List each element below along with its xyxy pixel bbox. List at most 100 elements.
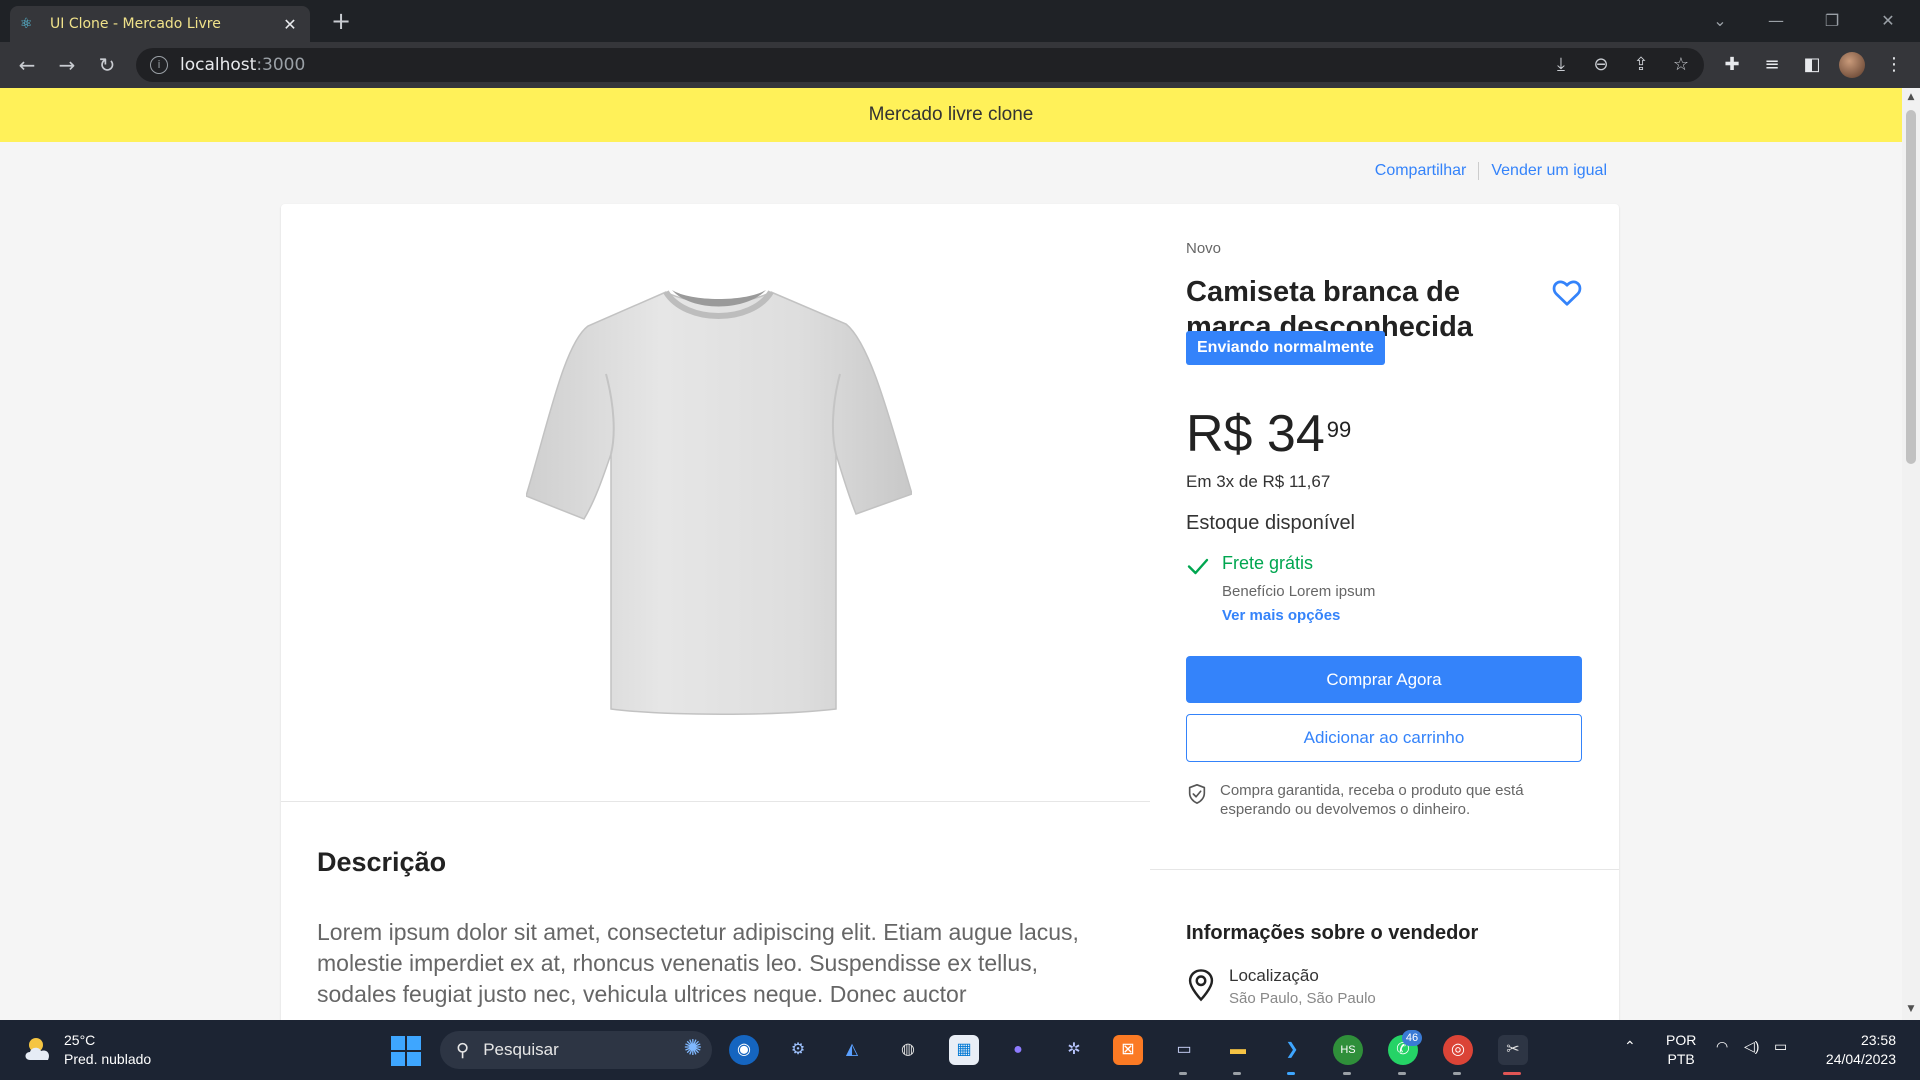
buy-now-button[interactable]: Comprar Agora (1186, 656, 1582, 703)
check-icon (1187, 558, 1209, 575)
store-icon[interactable]: ▦ (949, 1035, 979, 1065)
media-queue-icon[interactable]: ≡ (1757, 50, 1787, 80)
location-value: São Paulo, São Paulo (1229, 990, 1376, 1007)
forward-icon[interactable]: → (52, 50, 82, 80)
volume-icon[interactable]: ◁) (1744, 1038, 1759, 1055)
installments: Em 3x de R$ 11,67 (1186, 472, 1331, 491)
running-indicator (1179, 1072, 1187, 1075)
tab-title: UI Clone - Mercado Livre (50, 16, 221, 32)
new-tab-button[interactable]: + (326, 6, 356, 36)
location-pin-icon (1188, 969, 1214, 1002)
clock-time: 23:58 (1860, 1032, 1896, 1048)
zoom-icon[interactable]: ⊖ (1586, 50, 1616, 80)
extensions-puzzle-icon[interactable]: ✚ (1717, 50, 1747, 80)
shield-check-icon (1188, 784, 1206, 804)
scrollbar-thumb[interactable] (1906, 110, 1916, 464)
favorite-heart-icon[interactable] (1552, 279, 1582, 307)
more-options-link[interactable]: Ver mais opções (1222, 607, 1340, 624)
react-favicon-icon: ⚛ (20, 16, 33, 32)
tshirt-image (526, 290, 912, 715)
bookmark-star-icon[interactable]: ☆ (1666, 50, 1696, 80)
shipping-benefit: Benefício Lorem ipsum (1222, 583, 1376, 600)
tab-search-icon[interactable]: ⌄ (1692, 0, 1748, 42)
reload-icon[interactable]: ↻ (92, 50, 122, 80)
add-to-cart-button[interactable]: Adicionar ao carrinho (1186, 714, 1582, 762)
profile-avatar[interactable] (1839, 52, 1865, 78)
scroll-down-icon[interactable]: ▼ (1902, 1004, 1920, 1014)
description-title: Descrição (317, 847, 447, 877)
settings-gear-icon[interactable]: ✲ (1059, 1035, 1089, 1065)
free-shipping-title: Frete grátis (1222, 553, 1314, 573)
back-icon[interactable]: ← (12, 50, 42, 80)
sell-similar-link[interactable]: Vender um igual (1478, 162, 1619, 180)
location-label: Localização (1229, 966, 1319, 985)
file-explorer-icon[interactable]: ▬ (1223, 1035, 1253, 1065)
clock[interactable]: 23:58 24/04/2023 (1812, 1031, 1896, 1069)
browser-tab[interactable]: ⚛ UI Clone - Mercado Livre ✕ (10, 6, 310, 42)
app-icon-hs[interactable]: HS (1333, 1035, 1363, 1065)
site-banner: Mercado livre clone (0, 88, 1902, 142)
app-icon-1[interactable]: ◉ (729, 1035, 759, 1065)
site-info-icon[interactable]: i (150, 56, 168, 74)
whatsapp-badge: 46 (1402, 1030, 1422, 1046)
address-port: :3000 (256, 55, 306, 75)
clock-date: 24/04/2023 (1825, 1051, 1896, 1067)
language-top: POR (1666, 1032, 1697, 1048)
tab-close-icon[interactable]: ✕ (280, 15, 300, 34)
install-app-icon[interactable]: ⤓ (1546, 50, 1576, 80)
running-indicator (1398, 1072, 1406, 1075)
seller-info-title: Informações sobre o vendedor (1186, 922, 1479, 944)
search-highlight-icon: ✺ (683, 1035, 702, 1060)
price-cents: 99 (1326, 417, 1352, 442)
minimize-button[interactable]: — (1748, 0, 1804, 42)
page-viewport: Mercado livre clone Compartilhar Vender … (0, 88, 1902, 1020)
search-icon: ⚲ (456, 1039, 470, 1060)
description-text: Lorem ipsum dolor sit amet, consectetur … (317, 919, 1079, 1007)
running-indicator (1287, 1072, 1295, 1075)
snipping-tool-icon[interactable]: ✂ (1498, 1035, 1528, 1065)
scroll-up-icon[interactable]: ▲ (1902, 92, 1920, 102)
close-window-button[interactable]: ✕ (1860, 0, 1916, 42)
vscode-icon[interactable]: ❯ (1277, 1035, 1307, 1065)
app-icon-3[interactable]: ◭ (837, 1035, 867, 1065)
share-icon[interactable]: ⇪ (1626, 50, 1656, 80)
weather-cloudy-icon[interactable] (22, 1034, 56, 1064)
side-panel-icon[interactable]: ◧ (1797, 50, 1827, 80)
running-indicator (1343, 1072, 1351, 1075)
running-indicator (1453, 1072, 1461, 1075)
steam-icon[interactable]: ⚙ (783, 1035, 813, 1065)
price: R$ 3499 (1186, 408, 1351, 460)
language-indicator[interactable]: POR PTB (1666, 1031, 1696, 1069)
battery-icon[interactable]: ▭ (1774, 1038, 1787, 1055)
page-scrollbar[interactable]: ▲ ▼ (1902, 88, 1920, 1020)
share-link[interactable]: Compartilhar (1363, 162, 1479, 180)
restore-button[interactable]: ❐ (1804, 0, 1860, 42)
top-links: Compartilhar Vender um igual (1363, 162, 1619, 180)
language-bottom: PTB (1667, 1051, 1695, 1067)
xampp-icon[interactable]: ⊠ (1113, 1035, 1143, 1065)
purchase-guarantee-text: Compra garantida, receba o produto que e… (1220, 782, 1524, 818)
monitor-app-icon[interactable]: ▭ (1169, 1035, 1199, 1065)
weather-description[interactable]: Pred. nublado (64, 1051, 151, 1067)
taskbar-search[interactable]: ⚲ Pesquisar ✺ (440, 1031, 712, 1069)
browser-toolbar: ← → ↻ i localhost:3000 ⤓ ⊖ ⇪ ☆ ✚ ≡ ◧ ⋮ (0, 42, 1920, 88)
divider (1150, 869, 1619, 870)
browser-tab-bar: ⚛ UI Clone - Mercado Livre ✕ + ⌄ — ❐ ✕ (0, 0, 1920, 42)
active-indicator (1503, 1072, 1521, 1075)
wifi-icon[interactable]: ◠ (1716, 1038, 1728, 1055)
product-card: Descrição Lorem ipsum dolor sit amet, co… (281, 204, 1619, 1020)
address-bar[interactable]: i localhost:3000 (136, 48, 1704, 82)
running-indicator (1233, 1072, 1241, 1075)
app-icon-6[interactable]: ● (1003, 1035, 1033, 1065)
condition-label: Novo (1186, 240, 1222, 257)
tray-chevron-up-icon[interactable]: ⌃ (1624, 1038, 1636, 1055)
windows-taskbar: 25°C Pred. nublado ⚲ Pesquisar ✺ ◉ ⚙ ◭ ◍… (0, 1020, 1920, 1080)
chrome-icon[interactable]: ◎ (1443, 1035, 1473, 1065)
obs-icon[interactable]: ◍ (893, 1035, 923, 1065)
weather-temperature[interactable]: 25°C (64, 1032, 95, 1048)
stock-status: Estoque disponível (1186, 512, 1356, 534)
shipping-status-badge: Enviando normalmente (1186, 331, 1385, 365)
menu-kebab-icon[interactable]: ⋮ (1879, 50, 1909, 80)
windows-start-icon[interactable] (391, 1036, 421, 1066)
product-gallery (281, 204, 1150, 802)
